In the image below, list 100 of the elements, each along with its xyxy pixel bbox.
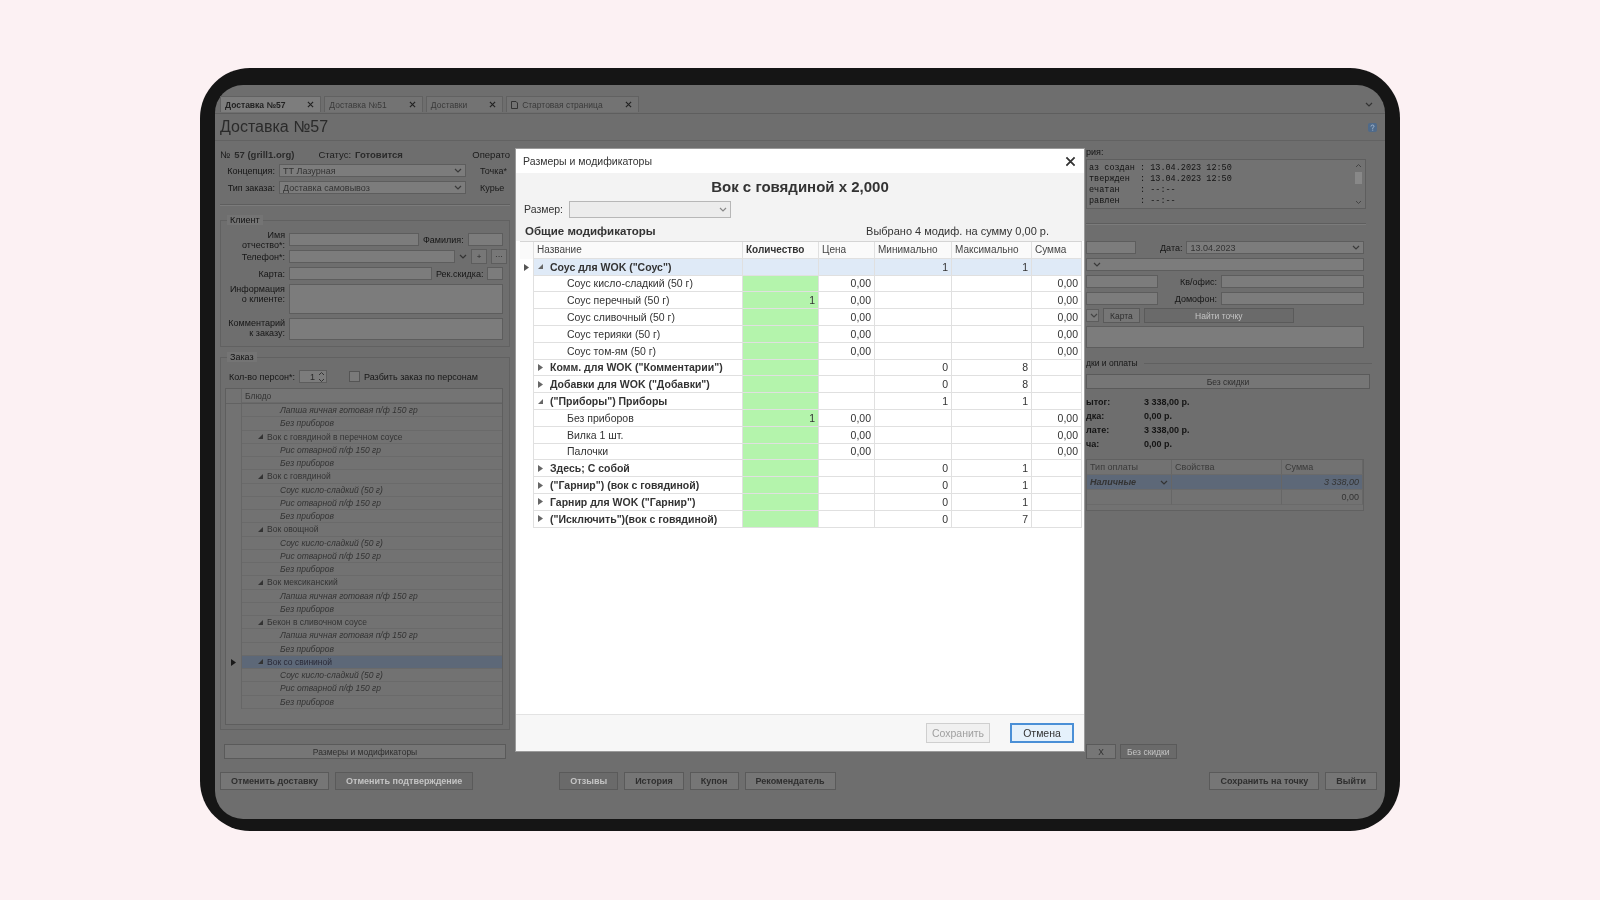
add-button[interactable]: + [471,249,487,264]
tree-row[interactable]: Без приборов [242,642,502,656]
button[interactable]: Отмена [1010,723,1074,743]
collapse-icon[interactable] [258,659,263,665]
collapse-icon[interactable] [258,579,263,585]
collapse-icon[interactable] [258,526,263,532]
dropdown-field[interactable]: 13.04.2023 [1186,241,1364,254]
input-field[interactable] [289,267,432,280]
dropdown-field[interactable]: ТТ Лазурная [279,164,466,177]
button[interactable]: Размеры и модификаторы [224,744,506,759]
expand-icon[interactable] [538,363,543,371]
expand-icon[interactable] [538,380,543,388]
chevron-down-icon[interactable] [454,185,462,190]
table-cell: 0,00 [819,426,875,444]
table-cell: 8 [952,359,1032,377]
tab[interactable]: Доставка №57 [220,96,322,112]
button[interactable]: Карта [1103,308,1140,323]
collapse-icon[interactable] [258,619,263,625]
table-cell[interactable]: Соус терияки (50 г) [534,326,743,343]
caret-icon[interactable] [1365,101,1373,107]
checkbox[interactable] [349,371,360,382]
input-field[interactable] [1221,292,1364,305]
expand-icon[interactable] [538,498,543,506]
button[interactable]: Отменить доставку [220,772,330,790]
chevron-down-icon[interactable] [454,168,462,173]
table-cell[interactable]: Наличные [1087,475,1172,490]
input-field[interactable] [289,233,419,246]
input-field[interactable] [1086,241,1136,254]
text-area[interactable] [1086,326,1364,348]
text-area[interactable] [289,284,503,314]
button[interactable]: История [624,772,684,790]
column-header[interactable]: Количество [743,242,819,259]
table-cell[interactable]: Комм. для WOK ("Комментарии") [534,359,743,377]
collapse-icon[interactable] [538,398,543,404]
table-cell[interactable]: ("Гарнир") (вок с говядиной) [534,477,743,494]
button[interactable]: Выйти [1325,772,1377,790]
spinner-arrows-icon[interactable] [318,370,325,383]
dropdown-field[interactable]: Доставка самовывоз [279,181,466,194]
table-cell [819,477,875,494]
tree-row[interactable]: Без приборов [242,563,502,577]
table-cell[interactable]: Гарнир для WOK ("Гарнир") [534,493,743,511]
table-cell[interactable]: Добавки для WOK ("Добавки") [534,376,743,394]
tree-row[interactable]: Без приборов [242,510,502,524]
row-indicator-icon [231,658,236,666]
column-header[interactable]: Минимально [875,242,952,259]
close-icon[interactable] [1065,155,1076,167]
dropdown-field[interactable] [1086,258,1364,271]
table-cell[interactable]: Здесь; С собой [534,460,743,478]
button[interactable]: Х [1086,744,1116,759]
scrollbar[interactable] [1354,162,1363,206]
input-field[interactable] [487,267,503,280]
dropdown-field[interactable] [1086,309,1099,322]
spinner-field[interactable]: 1 [299,370,327,383]
tree-row[interactable]: Вок овощной [242,523,502,537]
column-header[interactable]: Название [534,242,743,259]
button[interactable]: Без скидки [1086,374,1370,389]
collapse-icon[interactable] [258,473,263,479]
tree-row[interactable]: Без приборов [242,457,502,471]
table-cell[interactable]: ("Исключить")(вок с говядиной) [534,510,743,528]
chevron-down-icon[interactable] [1093,262,1101,267]
table-cell: 0 [875,493,952,511]
input-field[interactable] [1086,292,1158,305]
table-cell[interactable]: Без приборов [534,409,743,427]
table-cell [819,510,875,528]
table-cell: 1 [875,393,952,410]
column-header[interactable]: Сумма [1032,242,1082,259]
chevron-down-icon[interactable] [1090,313,1098,318]
table-cell[interactable]: 1 [743,292,819,310]
column-header[interactable]: Максимально [952,242,1032,259]
table-cell[interactable]: Соус кисло-сладкий (50 г) [534,275,743,293]
table-cell[interactable]: Соус том-ям (50 г) [534,342,743,360]
table-cell[interactable]: Соус перечный (50 г) [534,292,743,310]
tree-row[interactable]: Без приборов [242,417,502,431]
table-cell: 0,00 [819,309,875,326]
tree-row[interactable]: Вок мексиканский [242,576,502,590]
expand-icon[interactable] [538,464,543,472]
chevron-down-icon[interactable] [459,254,467,259]
table-cell[interactable]: Соус сливочный (50 г) [534,309,743,326]
help-icon[interactable] [1368,122,1377,132]
collapse-icon[interactable] [258,434,263,440]
chevron-down-icon[interactable] [1352,245,1360,250]
tree-row[interactable]: Без приборов [242,602,502,616]
more-button[interactable]: ··· [491,249,507,264]
button[interactable]: Купон [689,772,739,790]
input-field[interactable] [1221,275,1364,288]
text-area[interactable] [289,318,503,340]
button[interactable]: Сохранить на точку [1209,772,1320,790]
column-header[interactable]: Цена [819,242,875,259]
input-field[interactable] [289,250,455,263]
table-cell[interactable]: Вилка 1 шт. [534,426,743,444]
expand-icon[interactable] [538,515,543,523]
button[interactable]: Рекомендатель [744,772,836,790]
tree-row[interactable]: Без приборов [242,695,502,709]
table-cell[interactable]: Палочки [534,443,743,461]
input-field[interactable] [467,233,503,246]
table-cell[interactable]: ("Приборы") Приборы [534,393,743,410]
input-field[interactable] [1086,275,1158,288]
collapse-icon[interactable] [538,264,543,270]
expand-icon[interactable] [538,481,543,489]
chevron-down-icon[interactable] [1160,479,1168,485]
